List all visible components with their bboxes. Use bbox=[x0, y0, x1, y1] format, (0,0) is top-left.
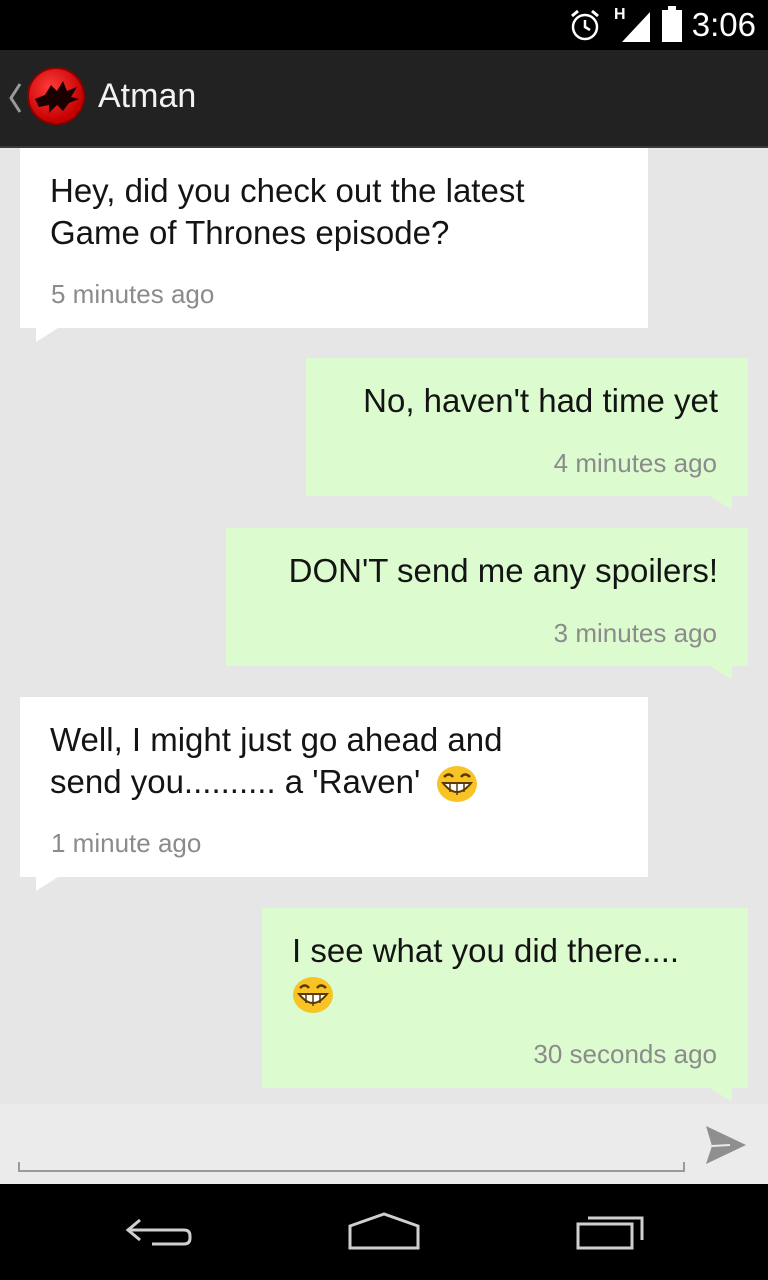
raven-avatar-icon[interactable] bbox=[27, 67, 85, 125]
message-bubble-outgoing: No, haven't had time yet 4 minutes ago bbox=[306, 358, 748, 496]
message-timestamp: 1 minute ago bbox=[51, 828, 202, 858]
bubble-tail bbox=[36, 328, 58, 342]
home-icon[interactable] bbox=[346, 1210, 422, 1254]
message-text: No, haven't had time yet bbox=[363, 382, 718, 419]
signal-icon: H bbox=[612, 6, 652, 42]
contact-name[interactable]: Atman bbox=[98, 77, 196, 116]
recent-apps-icon[interactable] bbox=[574, 1210, 646, 1254]
message-bubble-incoming: Hey, did you check out the latest Game o… bbox=[20, 148, 648, 328]
message-bubble-outgoing: DON'T send me any spoilers! 3 minutes ag… bbox=[226, 528, 748, 666]
status-time: 3:06 bbox=[691, 6, 756, 43]
status-bar: H 3:06 bbox=[0, 0, 768, 50]
bubble-tail bbox=[710, 496, 732, 510]
bubble-tail bbox=[710, 666, 732, 680]
composer bbox=[0, 1104, 768, 1184]
back-chevron-icon[interactable] bbox=[8, 82, 22, 114]
back-icon[interactable] bbox=[122, 1210, 196, 1254]
alarm-icon bbox=[571, 9, 599, 41]
send-icon[interactable] bbox=[700, 1122, 750, 1168]
action-bar: Atman bbox=[0, 50, 768, 148]
message-text: Hey, did you check out the latest Game o… bbox=[50, 172, 525, 251]
message-text: DON'T send me any spoilers! bbox=[288, 552, 718, 589]
grinning-face-emoji-icon bbox=[293, 977, 333, 1014]
bubble-tail bbox=[36, 877, 58, 891]
message-timestamp: 4 minutes ago bbox=[553, 448, 717, 478]
battery-icon bbox=[662, 6, 682, 42]
bubble-tail bbox=[710, 1088, 732, 1102]
message-bubble-incoming: Well, I might just go ahead and send you… bbox=[20, 697, 648, 877]
message-text: I see what you did there.... bbox=[292, 930, 718, 1014]
navigation-bar bbox=[0, 1184, 768, 1280]
message-timestamp: 3 minutes ago bbox=[553, 618, 717, 648]
message-text: Well, I might just go ahead and send you… bbox=[50, 719, 618, 803]
message-bubble-outgoing: I see what you did there.... 30 seconds … bbox=[262, 908, 748, 1088]
input-underline-corner bbox=[18, 1162, 20, 1172]
message-timestamp: 30 seconds ago bbox=[533, 1039, 717, 1069]
input-underline-corner bbox=[683, 1162, 685, 1172]
message-input[interactable] bbox=[18, 1120, 685, 1172]
message-timestamp: 5 minutes ago bbox=[51, 279, 215, 309]
grinning-face-emoji-icon bbox=[437, 766, 478, 803]
